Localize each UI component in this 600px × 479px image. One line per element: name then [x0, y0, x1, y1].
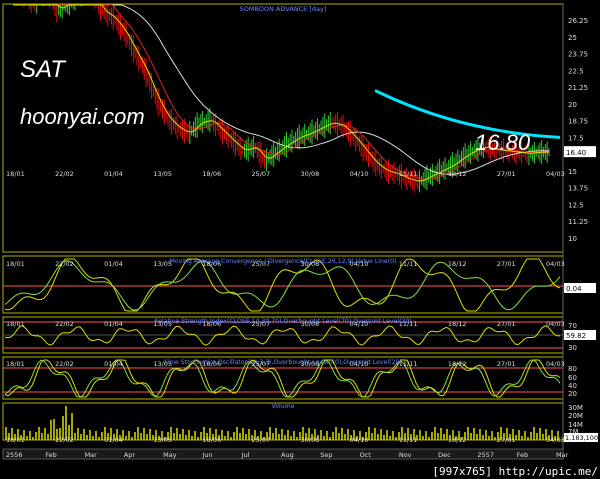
date-tick-label: 27/01 — [497, 170, 516, 178]
date-tick-label: 04/10 — [350, 170, 369, 178]
month-label: Aug — [281, 451, 294, 459]
date-tick-label: 13/05 — [153, 170, 172, 178]
date-tick-label: 01/04 — [104, 436, 123, 444]
rsi-title: Relative Strength Index(CLOSE,14,30,70),… — [154, 318, 412, 325]
date-tick-label: 22/02 — [55, 260, 74, 268]
price-tick-label: 26.25 — [568, 17, 588, 25]
date-tick-label: 18/06 — [202, 436, 221, 444]
volume-tick-label: 30M — [568, 404, 583, 412]
date-tick-label: 27/01 — [497, 360, 516, 368]
date-tick-label: 04/03 — [546, 360, 565, 368]
date-tick-label: 01/04 — [104, 360, 123, 368]
stoch-tick-label: 80 — [568, 365, 577, 373]
month-label: Oct — [360, 451, 372, 459]
date-tick-label: 18/12 — [448, 360, 467, 368]
chart-title: SOMBOON ADVANCE [day] — [240, 5, 327, 13]
month-label: Jun — [201, 451, 212, 459]
price-tick-label: 13.75 — [568, 185, 588, 193]
date-tick-label: 01/04 — [104, 260, 123, 268]
price-tick-label: 21.25 — [568, 84, 588, 92]
date-tick-label: 18/01 — [6, 260, 25, 268]
month-label: Mar — [85, 451, 98, 459]
date-tick-label: 22/02 — [55, 320, 74, 328]
month-label: May — [163, 451, 177, 459]
date-tick-label: 27/01 — [497, 436, 516, 444]
rsi-tick-label: 30 — [568, 344, 577, 352]
date-tick-label: 18/12 — [448, 320, 467, 328]
macd-line — [4, 258, 561, 312]
month-label: Jul — [241, 451, 250, 459]
date-tick-label: 18/12 — [448, 260, 467, 268]
date-tick-label: 30/08 — [301, 436, 320, 444]
month-label: Mar — [556, 451, 569, 459]
date-tick-label: 22/02 — [55, 170, 74, 178]
date-tick-label: 18/12 — [448, 170, 467, 178]
month-label: Feb — [45, 451, 57, 459]
date-tick-label: 11/11 — [399, 260, 418, 268]
price-tick-label: 15 — [568, 168, 577, 176]
volume-title: Volume — [271, 403, 294, 410]
price-tick-label: 10 — [568, 235, 577, 243]
stoch-tick-label: 40 — [568, 382, 577, 390]
trend-line — [374, 89, 561, 139]
footer-link[interactable]: [997x765] http://upic.me/ — [432, 465, 598, 478]
date-tick-label: 04/03 — [546, 170, 565, 178]
date-tick-label: 04/03 — [546, 260, 565, 268]
date-tick-label: 04/03 — [546, 436, 565, 444]
date-tick-label: 11/11 — [399, 170, 418, 178]
month-label: 2556 — [6, 451, 23, 459]
price-tick-label: 18.75 — [568, 118, 588, 126]
date-tick-label: 18/01 — [6, 170, 25, 178]
stoch-tick-label: 60 — [568, 374, 577, 382]
rsi-value-label: 59.82 — [566, 332, 586, 340]
symbol-watermark: SAT — [20, 56, 65, 83]
month-label: Sep — [320, 451, 332, 459]
date-tick-label: 25/07 — [251, 170, 270, 178]
month-label: Apr — [124, 451, 136, 459]
price-tick-label: 11.25 — [568, 218, 588, 226]
site-watermark: hoonyai.com — [20, 104, 145, 129]
price-tick-label: 20 — [568, 101, 577, 109]
date-tick-label: 13/05 — [153, 436, 172, 444]
date-tick-label: 22/02 — [55, 436, 74, 444]
date-tick-label: 30/08 — [301, 170, 320, 178]
date-tick-label: 04/10 — [350, 436, 369, 444]
month-label: 2557 — [477, 451, 494, 459]
volume-value-label: 1,183,100 — [565, 434, 598, 442]
last-price-label: 16.40 — [566, 149, 586, 157]
stoch-title: Slow Stochastics Oscillator(14,3,3),Over… — [164, 359, 402, 366]
chart-window: 26.252523.7522.521.252018.7517.516.25151… — [0, 0, 600, 479]
rsi-line — [4, 325, 561, 346]
volume-tick-label: 20M — [568, 412, 583, 420]
date-tick-label: 01/04 — [104, 170, 123, 178]
date-tick-label: 18/01 — [6, 320, 25, 328]
date-tick-label: 18/01 — [6, 436, 25, 444]
stock-chart: 26.252523.7522.521.252018.7517.516.25151… — [2, 3, 598, 460]
macd-value-label: 0.04 — [566, 285, 582, 293]
macd-signal-line — [4, 260, 561, 311]
month-label: Nov — [399, 451, 412, 459]
date-tick-label: 27/01 — [497, 320, 516, 328]
rsi-tick-label: 70 — [568, 322, 577, 330]
price-tick-label: 25 — [568, 34, 577, 42]
price-tick-label: 17.5 — [568, 134, 584, 142]
date-tick-label: 27/01 — [497, 260, 516, 268]
price-tick-label: 12.5 — [568, 201, 584, 209]
date-tick-label: 25/07 — [251, 436, 270, 444]
date-tick-label: 01/04 — [104, 320, 123, 328]
date-tick-label: 18/12 — [448, 436, 467, 444]
price-tick-label: 23.75 — [568, 51, 588, 59]
month-label: Feb — [517, 451, 529, 459]
target-price-label: 16.80 — [475, 130, 531, 155]
date-tick-label: 18/06 — [202, 170, 221, 178]
stoch-tick-label: 20 — [568, 390, 577, 398]
price-tick-label: 22.5 — [568, 67, 584, 75]
macd-title: Moving Average Convergence / Divergence(… — [169, 258, 396, 265]
date-tick-label: 22/02 — [55, 360, 74, 368]
month-label: Dec — [438, 451, 451, 459]
date-tick-label: 11/11 — [399, 436, 418, 444]
date-tick-label: 18/01 — [6, 360, 25, 368]
date-tick-label: 04/03 — [546, 320, 565, 328]
